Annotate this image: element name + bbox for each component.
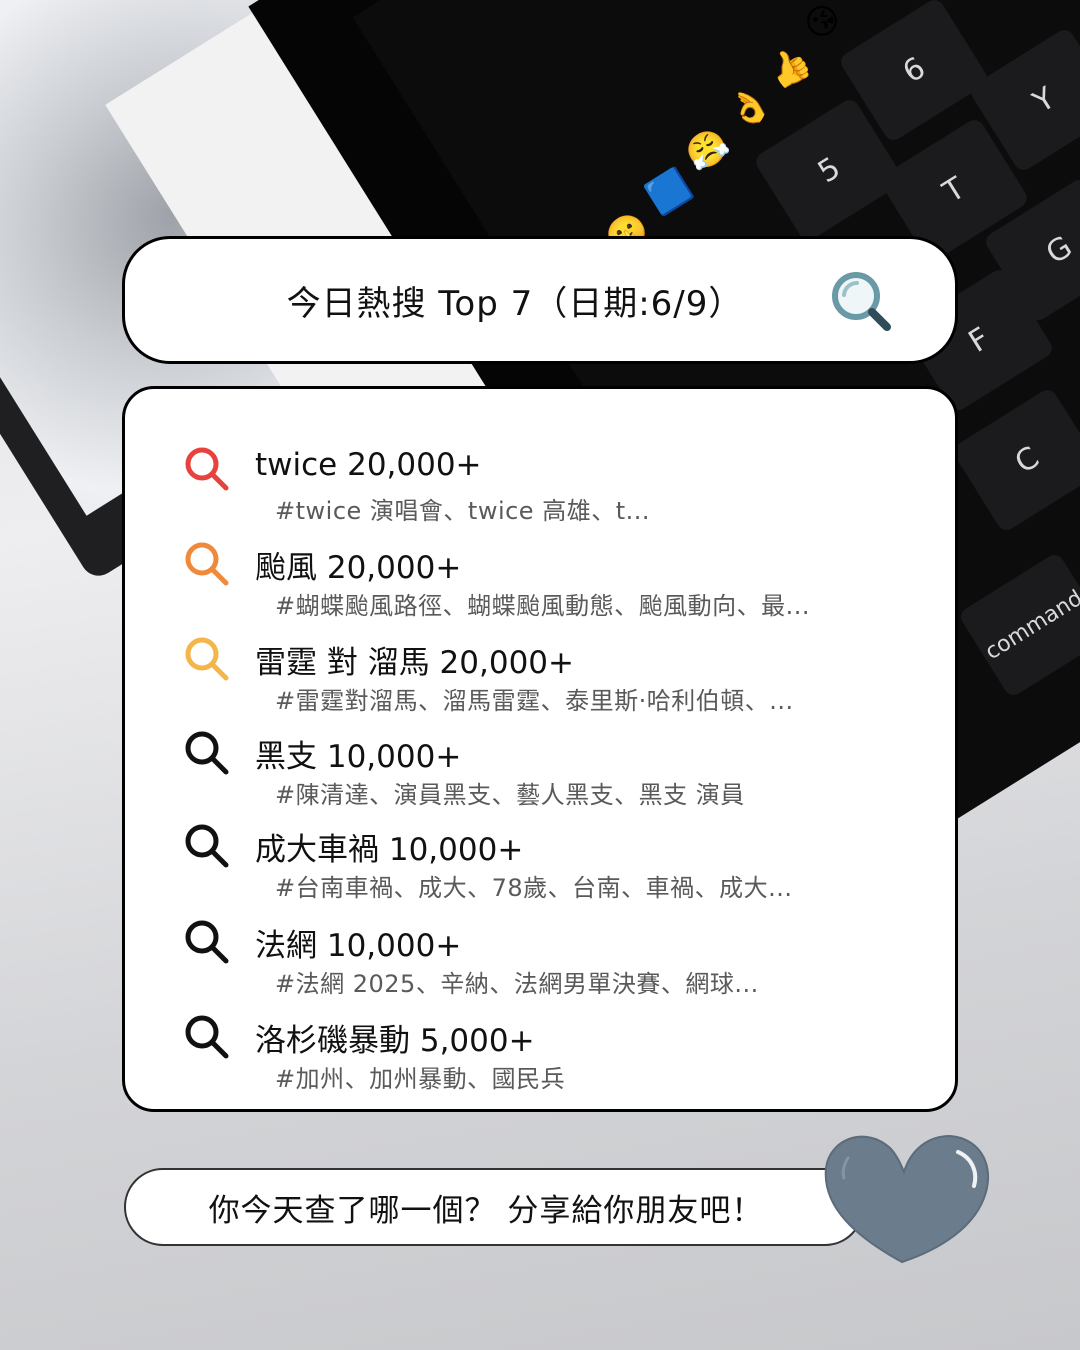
search-icon — [185, 920, 229, 964]
trend-item-3[interactable]: 雷霆 對 溜馬 20,000+ #雷霆對溜馬、溜馬雷霆、泰里斯·哈利伯頓、... — [183, 635, 923, 725]
trend-item-7[interactable]: 洛杉磯暴動 5,000+ #加州、加州暴動、國民兵 — [183, 1013, 923, 1103]
search-icon — [185, 637, 229, 681]
search-icon — [185, 824, 229, 868]
trend-tags: #法網 2025、辛納、法網男單決賽、網球... — [275, 970, 759, 998]
trend-tags: #雷霆對溜馬、溜馬雷霆、泰里斯·哈利伯頓、... — [275, 687, 794, 715]
trend-tags: #陳清達、演員黑支、藝人黑支、黑支 演員 — [275, 781, 745, 809]
trend-item-5[interactable]: 成大車禍 10,000+ #台南車禍、成大、78歲、台南、車禍、成大... — [183, 822, 923, 912]
trend-item-6[interactable]: 法網 10,000+ #法網 2025、辛納、法網男單決賽、網球... — [183, 918, 923, 1008]
share-prompt: 你今天查了哪一個？ 分享給你朋友吧！ — [124, 1168, 864, 1246]
search-icon — [185, 542, 229, 586]
search-icon — [185, 447, 229, 491]
share-prompt-text: 你今天查了哪一個？ 分享給你朋友吧！ — [208, 1192, 764, 1229]
trend-item-1[interactable]: twice 20,000+ #twice 演唱會、twice 高雄、t... — [183, 445, 923, 535]
trend-title: twice 20,000+ — [255, 447, 482, 483]
trend-tags: #加州、加州暴動、國民兵 — [275, 1065, 566, 1093]
trend-title: 洛杉磯暴動 5,000+ — [255, 1023, 535, 1059]
trend-title: 法網 10,000+ — [255, 928, 462, 964]
trend-tags: #蝴蝶颱風路徑、蝴蝶颱風動態、颱風動向、最... — [275, 592, 810, 620]
trend-title: 颱風 20,000+ — [255, 550, 462, 586]
trend-tags: #twice 演唱會、twice 高雄、t... — [275, 497, 650, 525]
trend-title: 黑支 10,000+ — [255, 739, 462, 775]
trend-item-4[interactable]: 黑支 10,000+ #陳清達、演員黑支、藝人黑支、黑支 演員 — [183, 729, 923, 819]
trending-list-card: twice 20,000+ #twice 演唱會、twice 高雄、t... 颱… — [122, 386, 958, 1112]
trend-title: 成大車禍 10,000+ — [255, 832, 524, 868]
search-header: 今日熱搜 Top 7（日期:6/9） — [122, 236, 958, 364]
trend-item-2[interactable]: 颱風 20,000+ #蝴蝶颱風路徑、蝴蝶颱風動態、颱風動向、最... — [183, 540, 923, 630]
header-title: 今日熱搜 Top 7（日期:6/9） — [286, 283, 744, 324]
search-icon — [185, 1015, 229, 1059]
heart-icon — [824, 1134, 990, 1264]
trend-title: 雷霆 對 溜馬 20,000+ — [255, 645, 575, 681]
trend-tags: #台南車禍、成大、78歲、台南、車禍、成大... — [275, 874, 793, 902]
magnifier-icon — [832, 272, 891, 331]
search-icon — [185, 731, 229, 775]
